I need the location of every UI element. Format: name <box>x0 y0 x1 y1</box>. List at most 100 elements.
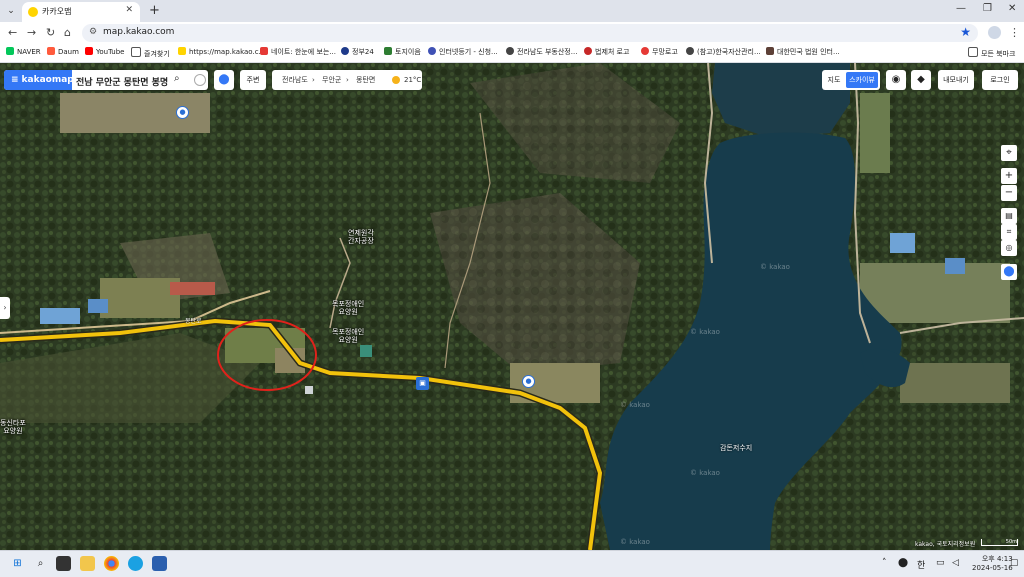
map-mode-button[interactable]: 지도 <box>822 70 846 90</box>
pin-icon[interactable]: ⬤ <box>1001 264 1017 280</box>
poi-marker-icon[interactable]: ● <box>176 106 189 119</box>
current-location-icon[interactable]: ⌖ <box>1001 145 1017 161</box>
lake-label: 감돈저수지 <box>720 444 753 452</box>
breadcrumb-item[interactable]: 무안군 <box>322 70 341 90</box>
breadcrumb-item[interactable]: 몽탄면 <box>356 70 375 90</box>
roadview-icon[interactable]: ◉ <box>886 70 906 90</box>
bookmark-item[interactable]: (참고)한국자산관리... <box>686 47 761 57</box>
menu-icon: ≡ <box>11 75 19 85</box>
poi-marker-icon[interactable]: ● <box>522 375 535 388</box>
watermark: © kakao <box>620 401 650 409</box>
bookmark-item[interactable]: 즐겨찾기 <box>131 47 170 59</box>
task-view-icon[interactable] <box>56 556 71 571</box>
home-icon[interactable]: ⌂ <box>64 26 71 39</box>
bus-stop-icon[interactable]: ▣ <box>416 377 429 390</box>
watermark: © kakao <box>690 328 720 336</box>
search-icon[interactable]: ⌕ <box>33 556 48 571</box>
weather-temp: 21°C <box>404 76 422 84</box>
bookmarks-bar: NAVER Daum YouTube 즐겨찾기 https://map.kaka… <box>0 44 1024 63</box>
bookmark-item[interactable]: 법제처 로고 <box>584 47 629 57</box>
area-icon[interactable]: ⌗ <box>1001 224 1017 240</box>
windows-taskbar: ⊞ ⌕ ˄ ⬤ 한 ▭ ◁ 오후 4:13 2024-05-16 ▢ <box>0 550 1024 577</box>
bookmark-item[interactable]: 무망로고 <box>641 47 678 57</box>
bookmark-item[interactable]: Daum <box>47 47 79 56</box>
ruler-icon[interactable]: ▤ <box>1001 208 1017 224</box>
chevron-right-icon: › <box>312 76 315 84</box>
network-icon[interactable]: ▭ <box>936 558 945 568</box>
breadcrumb-item[interactable]: 전라남도 <box>282 70 308 90</box>
browser-tab[interactable]: 카카오맵 ✕ <box>22 2 140 22</box>
forward-icon[interactable]: → <box>27 26 36 39</box>
bookmark-item[interactable]: 네이트: 한눈에 보는... <box>260 47 336 57</box>
map-canvas[interactable]: 연제원각 간자공장 목포정애인 요양원 목포정애인 요양원 동신타포 요양원 몽… <box>0 63 1024 550</box>
chevron-right-icon: › <box>346 76 349 84</box>
volume-icon[interactable]: ◁ <box>952 558 959 568</box>
site-info-icon[interactable]: ⚙ <box>89 27 97 37</box>
back-icon[interactable]: ← <box>8 26 17 39</box>
road-label: 몽탄로 <box>185 318 202 325</box>
bookmark-star-icon[interactable]: ★ <box>960 25 971 39</box>
notification-icon[interactable]: ▢ <box>1010 558 1019 568</box>
place-label[interactable]: 동신타포 요양원 <box>0 419 26 435</box>
scale-bar: 50m <box>981 539 1018 546</box>
bookmark-item[interactable]: 대한민국 법원 인터... <box>766 47 840 57</box>
kakao-favicon-icon <box>28 7 38 17</box>
nearby-button[interactable]: 주변 <box>240 70 266 90</box>
skyview-mode-button[interactable]: 스카이뷰 <box>846 72 878 88</box>
restore-button[interactable]: ❐ <box>983 3 992 14</box>
breadcrumb: 전라남도 › 무안군 › 몽탄면 21°C <box>272 70 422 90</box>
chrome-icon[interactable] <box>104 556 119 571</box>
tab-search-dropdown[interactable]: ⌄ <box>4 4 18 18</box>
my-map-button[interactable]: 내모내기 <box>938 70 974 90</box>
url-text[interactable]: map.kakao.com <box>103 27 174 37</box>
location-pin-icon[interactable]: ⬤ <box>214 70 234 90</box>
bookmark-item[interactable]: https://map.kakao.c... <box>178 47 265 56</box>
watermark: © kakao <box>620 538 650 546</box>
tab-strip: ⌄ 카카오맵 ✕ + — ❐ ✕ <box>0 0 1024 22</box>
bookmark-item[interactable]: 정부24 <box>341 47 374 57</box>
bookmark-item[interactable]: NAVER <box>6 47 41 56</box>
search-icon[interactable]: ⌕ <box>174 73 180 84</box>
app-icon[interactable] <box>152 556 167 571</box>
layers-icon[interactable]: ◆ <box>911 70 931 90</box>
watermark: © kakao <box>690 469 720 477</box>
clear-icon[interactable] <box>194 74 206 86</box>
search-input[interactable]: 전남 무안군 몽탄면 봉명리 <box>76 75 168 88</box>
all-bookmarks[interactable]: 모든 북마크 <box>968 47 1015 59</box>
browser-toolbar: ← → ↻ ⌂ ⚙ map.kakao.com ★ <box>0 22 1024 44</box>
place-label[interactable]: 목포정애인 요양원 <box>332 328 364 344</box>
address-bar[interactable]: ⚙ map.kakao.com ★ <box>82 24 978 42</box>
bookmark-item[interactable]: 토지이음 <box>384 47 421 57</box>
bookmark-item[interactable]: 인터넷등기 - 신청... <box>428 47 498 57</box>
windows-start-icon[interactable]: ⊞ <box>10 556 25 571</box>
radius-icon[interactable]: ◎ <box>1001 240 1017 256</box>
profile-avatar[interactable] <box>988 26 1001 39</box>
file-explorer-icon[interactable] <box>80 556 95 571</box>
ime-indicator[interactable]: 한 <box>917 558 925 571</box>
new-tab-button[interactable]: + <box>149 3 160 18</box>
sun-icon <box>392 76 400 84</box>
tray-chevron-icon[interactable]: ˄ <box>882 558 887 568</box>
bookmark-item[interactable]: YouTube <box>85 47 124 56</box>
watermark: © kakao <box>760 263 790 271</box>
reload-icon[interactable]: ↻ <box>46 26 55 39</box>
menu-kebab-icon[interactable]: ⋮ <box>1009 26 1020 39</box>
place-label[interactable]: 연제원각 간자공장 <box>348 229 374 245</box>
place-label[interactable]: 목포정애인 요양원 <box>332 300 364 316</box>
minimize-button[interactable]: — <box>956 3 966 14</box>
panel-toggle-button[interactable]: › <box>0 297 10 319</box>
clock[interactable]: 오후 4:13 2024-05-16 <box>972 555 1013 573</box>
close-window-button[interactable]: ✕ <box>1008 3 1016 14</box>
map-copyright: kakao, 국토지리정보원 <box>915 541 976 548</box>
zoom-out-button[interactable]: − <box>1001 185 1017 201</box>
login-button[interactable]: 로그인 <box>982 70 1018 90</box>
tray-app-icon[interactable]: ⬤ <box>898 558 908 568</box>
clock-date: 2024-05-16 <box>972 564 1013 572</box>
zoom-in-button[interactable]: + <box>1001 168 1017 184</box>
bookmark-item[interactable]: 전라남도 부동산정... <box>506 47 577 57</box>
map-mode-toggle: 지도 스카이뷰 <box>822 70 880 90</box>
kakaomap-logo[interactable]: ≡ kakaomap <box>4 70 74 90</box>
close-tab-icon[interactable]: ✕ <box>125 5 133 15</box>
edge-icon[interactable] <box>128 556 143 571</box>
map-search-bar: ≡ kakaomap 전남 무안군 몽탄면 봉명리 ⌕ <box>4 70 208 90</box>
